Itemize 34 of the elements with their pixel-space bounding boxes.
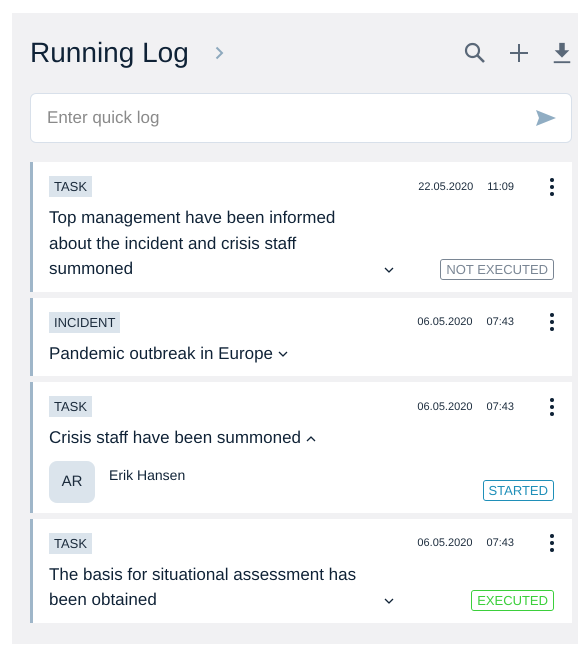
entry-time: 07:43	[486, 537, 514, 549]
assignee-name: Erik Hansen	[109, 466, 186, 482]
status-badge: NOT EXECUTED	[440, 258, 554, 280]
more-icon[interactable]	[550, 534, 554, 552]
entry-time: 11:09	[487, 180, 514, 192]
entry-time: 07:43	[486, 316, 514, 328]
quick-log-field[interactable]: Enter quick log	[30, 93, 572, 143]
chevron-icon[interactable]	[384, 598, 394, 604]
entry-date: 06.05.2020	[417, 316, 472, 328]
type-tag: INCIDENT	[49, 312, 120, 332]
type-tag: TASK	[49, 396, 92, 417]
status-badge: STARTED	[482, 480, 554, 500]
search-icon[interactable]	[464, 42, 486, 64]
chevron-icon[interactable]	[306, 436, 316, 442]
chevron-icon[interactable]	[384, 266, 394, 272]
download-icon[interactable]	[552, 42, 572, 64]
entry-text: Pandemic outbreak in Europe	[49, 342, 273, 364]
entry-date: 06.05.2020	[417, 537, 472, 549]
entry-date: 22.05.2020	[418, 180, 474, 192]
entry-text: The basis for situational assessment has been obtained	[49, 564, 358, 611]
panel-title: Running Log	[30, 37, 189, 69]
entry-date: 06.05.2020	[417, 400, 472, 412]
more-icon[interactable]	[550, 313, 554, 331]
type-tag: TASK	[49, 176, 92, 197]
more-icon[interactable]	[550, 398, 554, 416]
more-icon[interactable]	[550, 178, 554, 196]
type-tag: TASK	[49, 532, 92, 554]
avatar: AR	[49, 460, 95, 502]
entry-time: 07:43	[486, 400, 514, 412]
entry-text: Top management have been informed about the incident and crisis staff summoned	[49, 207, 336, 280]
status-badge: EXECUTED	[471, 590, 554, 610]
add-icon[interactable]	[508, 42, 530, 64]
entry-text: Crisis staff have been summoned	[49, 427, 301, 449]
chevron-icon[interactable]	[278, 351, 288, 357]
